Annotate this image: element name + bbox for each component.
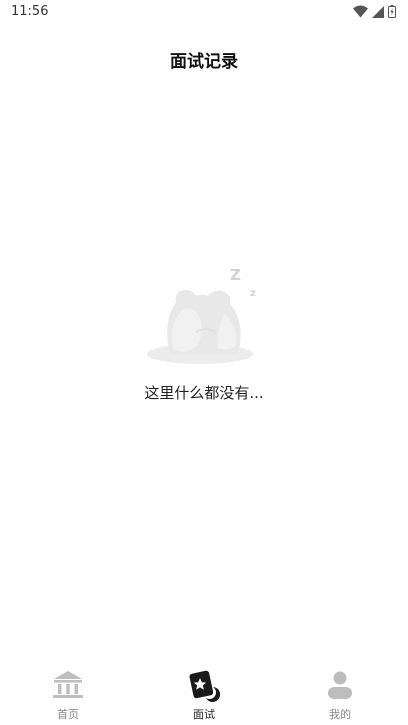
tab-home-label: 首页 bbox=[57, 708, 79, 721]
status-icons bbox=[353, 5, 396, 18]
sleep-mark-small: z bbox=[250, 288, 256, 299]
page-title: 面试记录 bbox=[170, 52, 238, 72]
battery-icon bbox=[388, 5, 396, 18]
tab-bar: 首页 面试 我的 bbox=[0, 660, 408, 725]
interview-card-icon bbox=[189, 670, 221, 702]
tab-interview[interactable]: 面试 bbox=[136, 660, 272, 725]
sleep-mark-large: Z bbox=[230, 266, 241, 284]
status-time: 11:56 bbox=[11, 4, 49, 19]
wifi-icon bbox=[353, 5, 368, 18]
tab-home[interactable]: 首页 bbox=[0, 660, 136, 725]
tab-mine[interactable]: 我的 bbox=[272, 660, 408, 725]
status-bar: 11:56 bbox=[0, 0, 408, 24]
bank-icon bbox=[53, 671, 83, 698]
signal-icon bbox=[372, 5, 384, 18]
empty-state-message: 这里什么都没有... bbox=[144, 384, 264, 402]
sleeping-frog-icon: Z z bbox=[147, 266, 256, 364]
tab-mine-label: 我的 bbox=[329, 708, 351, 721]
tab-interview-label: 面试 bbox=[193, 708, 215, 721]
user-icon bbox=[328, 671, 352, 699]
